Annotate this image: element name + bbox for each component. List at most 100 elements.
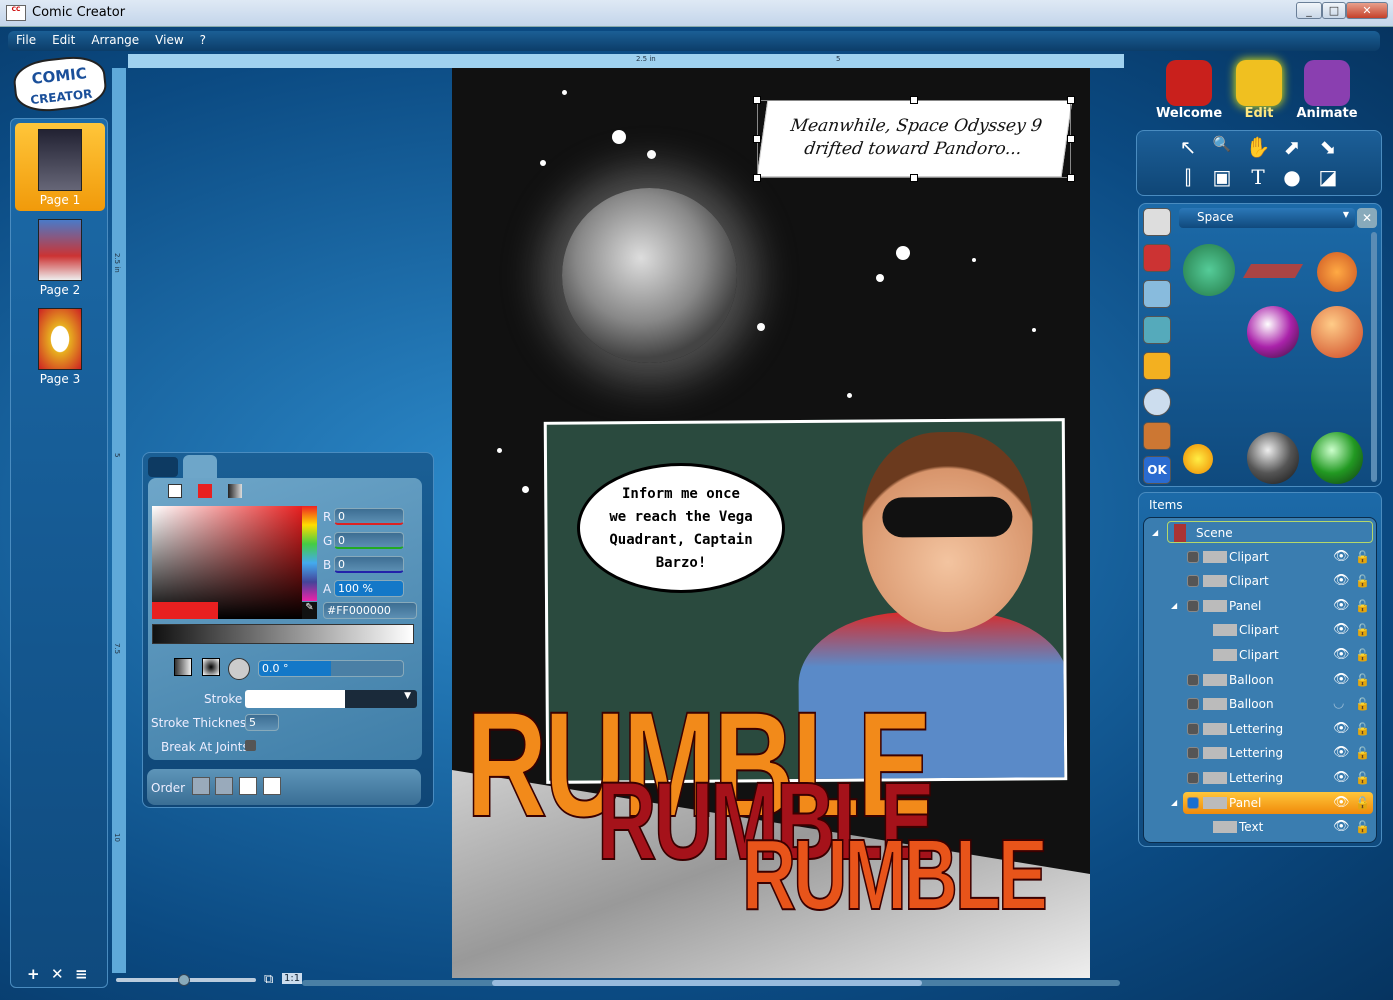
comic-page-canvas[interactable]: Meanwhile, Space Odyssey 9 drifted towar… bbox=[452, 68, 1090, 978]
item-checkbox[interactable] bbox=[1187, 575, 1199, 588]
bring-to-front-button[interactable] bbox=[263, 777, 281, 795]
category-lettering-icon[interactable]: OK bbox=[1143, 456, 1171, 484]
clipart-thumbnail[interactable] bbox=[1242, 264, 1304, 278]
menu-file[interactable]: File bbox=[8, 31, 44, 49]
panel-tool-icon[interactable]: ⫿ bbox=[1175, 165, 1201, 189]
item-row-clipart[interactable]: Clipart 👁 🔓 bbox=[1183, 546, 1373, 568]
linear-gradient-button[interactable] bbox=[174, 658, 192, 676]
stroke-dropdown[interactable]: ▼ bbox=[245, 690, 417, 708]
stroke-tab[interactable] bbox=[183, 455, 217, 479]
shape-tool-icon[interactable]: ● bbox=[1279, 165, 1305, 189]
clipart-thumbnail[interactable] bbox=[1183, 244, 1235, 296]
lock-icon[interactable]: 🔓 bbox=[1355, 767, 1370, 789]
item-checkbox[interactable] bbox=[1187, 722, 1199, 735]
category-characters-icon[interactable] bbox=[1143, 316, 1171, 344]
clipart-thumbnail[interactable] bbox=[1311, 306, 1363, 358]
expand-toggle-icon[interactable]: ◢ bbox=[1152, 522, 1158, 544]
item-checkbox[interactable] bbox=[1187, 698, 1199, 711]
item-row-clipart[interactable]: Clipart 👁 🔓 bbox=[1183, 570, 1373, 592]
hidden-eye-icon[interactable]: ◡ bbox=[1333, 693, 1344, 715]
horizontal-scrollbar[interactable] bbox=[302, 980, 1120, 986]
item-row-clipart[interactable]: Clipart 👁 🔓 bbox=[1183, 619, 1373, 641]
library-scrollbar[interactable] bbox=[1371, 232, 1377, 482]
close-library-button[interactable]: ✕ bbox=[1357, 208, 1377, 228]
visibility-eye-icon[interactable]: 👁 bbox=[1333, 570, 1350, 592]
item-row-lettering[interactable]: Lettering 👁 🔓 bbox=[1183, 718, 1373, 740]
resize-handle[interactable] bbox=[1067, 96, 1075, 104]
lock-icon[interactable]: 🔓 bbox=[1355, 742, 1370, 764]
item-checkbox[interactable] bbox=[1187, 599, 1199, 612]
lock-icon[interactable]: 🔓 bbox=[1355, 570, 1370, 592]
lettering-rumble-3[interactable]: RUMBLE bbox=[741, 818, 1048, 933]
alpha-input[interactable]: 100 % bbox=[334, 580, 404, 597]
resize-handle[interactable] bbox=[753, 96, 761, 104]
clipart-thumbnail[interactable] bbox=[1311, 432, 1363, 484]
no-color-swatch[interactable] bbox=[168, 484, 182, 498]
category-panels-icon[interactable] bbox=[1143, 208, 1171, 236]
crop-tool-icon[interactable]: ▣ bbox=[1209, 165, 1235, 189]
visibility-eye-icon[interactable]: 👁 bbox=[1333, 792, 1350, 814]
resize-handle[interactable] bbox=[910, 174, 918, 182]
g-input[interactable]: 0 bbox=[334, 532, 404, 549]
zoom-slider[interactable] bbox=[116, 974, 256, 986]
category-scenes-icon[interactable] bbox=[1143, 280, 1171, 308]
lock-icon[interactable]: 🔓 bbox=[1355, 816, 1370, 838]
b-input[interactable]: 0 bbox=[334, 556, 404, 573]
fill-tab[interactable] bbox=[148, 457, 178, 477]
item-checkbox[interactable] bbox=[1187, 550, 1199, 563]
fit-to-page-button[interactable]: ⧉ bbox=[264, 972, 273, 987]
text-tool-icon[interactable]: T bbox=[1245, 165, 1271, 189]
page-thumb-2[interactable]: Page 2 bbox=[15, 213, 105, 301]
break-at-joints-checkbox[interactable] bbox=[245, 740, 256, 751]
clipart-thumbnail[interactable] bbox=[1247, 432, 1299, 484]
lock-icon[interactable]: 🔓 bbox=[1355, 693, 1370, 715]
welcome-mode-button[interactable]: Welcome bbox=[1156, 60, 1222, 121]
gradient-bar[interactable] bbox=[152, 624, 414, 644]
lock-icon[interactable]: 🔓 bbox=[1355, 546, 1370, 568]
add-page-button[interactable]: + bbox=[27, 965, 40, 983]
edit-mode-button[interactable]: Edit bbox=[1226, 60, 1292, 121]
send-backward-button[interactable] bbox=[215, 777, 233, 795]
pan-tool-icon[interactable]: ✋ bbox=[1245, 135, 1271, 159]
stroke-thickness-input[interactable]: 5 bbox=[245, 714, 279, 731]
clipart-thumbnail[interactable] bbox=[1247, 306, 1299, 358]
angle-dial[interactable] bbox=[228, 658, 250, 680]
item-row-balloon[interactable]: Balloon ◡ 🔓 bbox=[1183, 693, 1373, 715]
menu-edit[interactable]: Edit bbox=[44, 31, 83, 49]
hex-input[interactable]: #FF000000 bbox=[323, 602, 417, 619]
resize-handle[interactable] bbox=[1067, 174, 1075, 182]
category-balloons-icon[interactable] bbox=[1143, 388, 1171, 416]
lock-icon[interactable]: 🔓 bbox=[1355, 718, 1370, 740]
category-photos-icon[interactable] bbox=[1143, 422, 1171, 450]
item-row-panel[interactable]: ◢ Panel 👁 🔓 bbox=[1171, 791, 1373, 814]
angle-input[interactable]: 0.0 ° bbox=[258, 660, 404, 677]
menu-view[interactable]: View bbox=[147, 31, 191, 49]
scrollbar-thumb[interactable] bbox=[492, 980, 922, 986]
lock-icon[interactable]: 🔓 bbox=[1355, 644, 1370, 666]
lock-icon[interactable]: 🔓 bbox=[1355, 619, 1370, 641]
item-row-text[interactable]: Text 👁 🔓 bbox=[1183, 816, 1373, 838]
planet-clipart[interactable] bbox=[562, 188, 737, 363]
visibility-eye-icon[interactable]: 👁 bbox=[1333, 546, 1350, 568]
category-dropdown[interactable]: Space ▼ bbox=[1179, 208, 1355, 228]
clipart-thumbnail[interactable] bbox=[1183, 444, 1213, 474]
item-checkbox[interactable] bbox=[1187, 772, 1199, 784]
category-backgrounds-icon[interactable] bbox=[1143, 244, 1171, 272]
resize-handle[interactable] bbox=[753, 135, 761, 143]
page-tool-icon[interactable]: ◪ bbox=[1315, 165, 1341, 189]
visibility-eye-icon[interactable]: 👁 bbox=[1333, 767, 1350, 789]
visibility-eye-icon[interactable]: 👁 bbox=[1333, 619, 1350, 641]
r-input[interactable]: 0 bbox=[334, 508, 404, 525]
clipart-thumbnail[interactable] bbox=[1317, 252, 1357, 292]
item-row-lettering[interactable]: Lettering 👁 🔓 bbox=[1183, 742, 1373, 764]
visibility-eye-icon[interactable]: 👁 bbox=[1333, 718, 1350, 740]
item-row-scene[interactable]: ◢ Scene bbox=[1152, 521, 1373, 543]
item-checkbox[interactable] bbox=[1187, 747, 1199, 760]
visibility-eye-icon[interactable]: 👁 bbox=[1333, 595, 1350, 617]
lock-icon[interactable]: 🔓 bbox=[1355, 669, 1370, 691]
zoom-tool-icon[interactable]: 🔍 bbox=[1209, 135, 1235, 159]
page-thumb-1[interactable]: Page 1 bbox=[15, 123, 105, 211]
page-thumb-3[interactable]: Page 3 bbox=[15, 302, 105, 390]
radial-gradient-button[interactable] bbox=[202, 658, 220, 676]
hue-slider[interactable] bbox=[302, 506, 317, 601]
